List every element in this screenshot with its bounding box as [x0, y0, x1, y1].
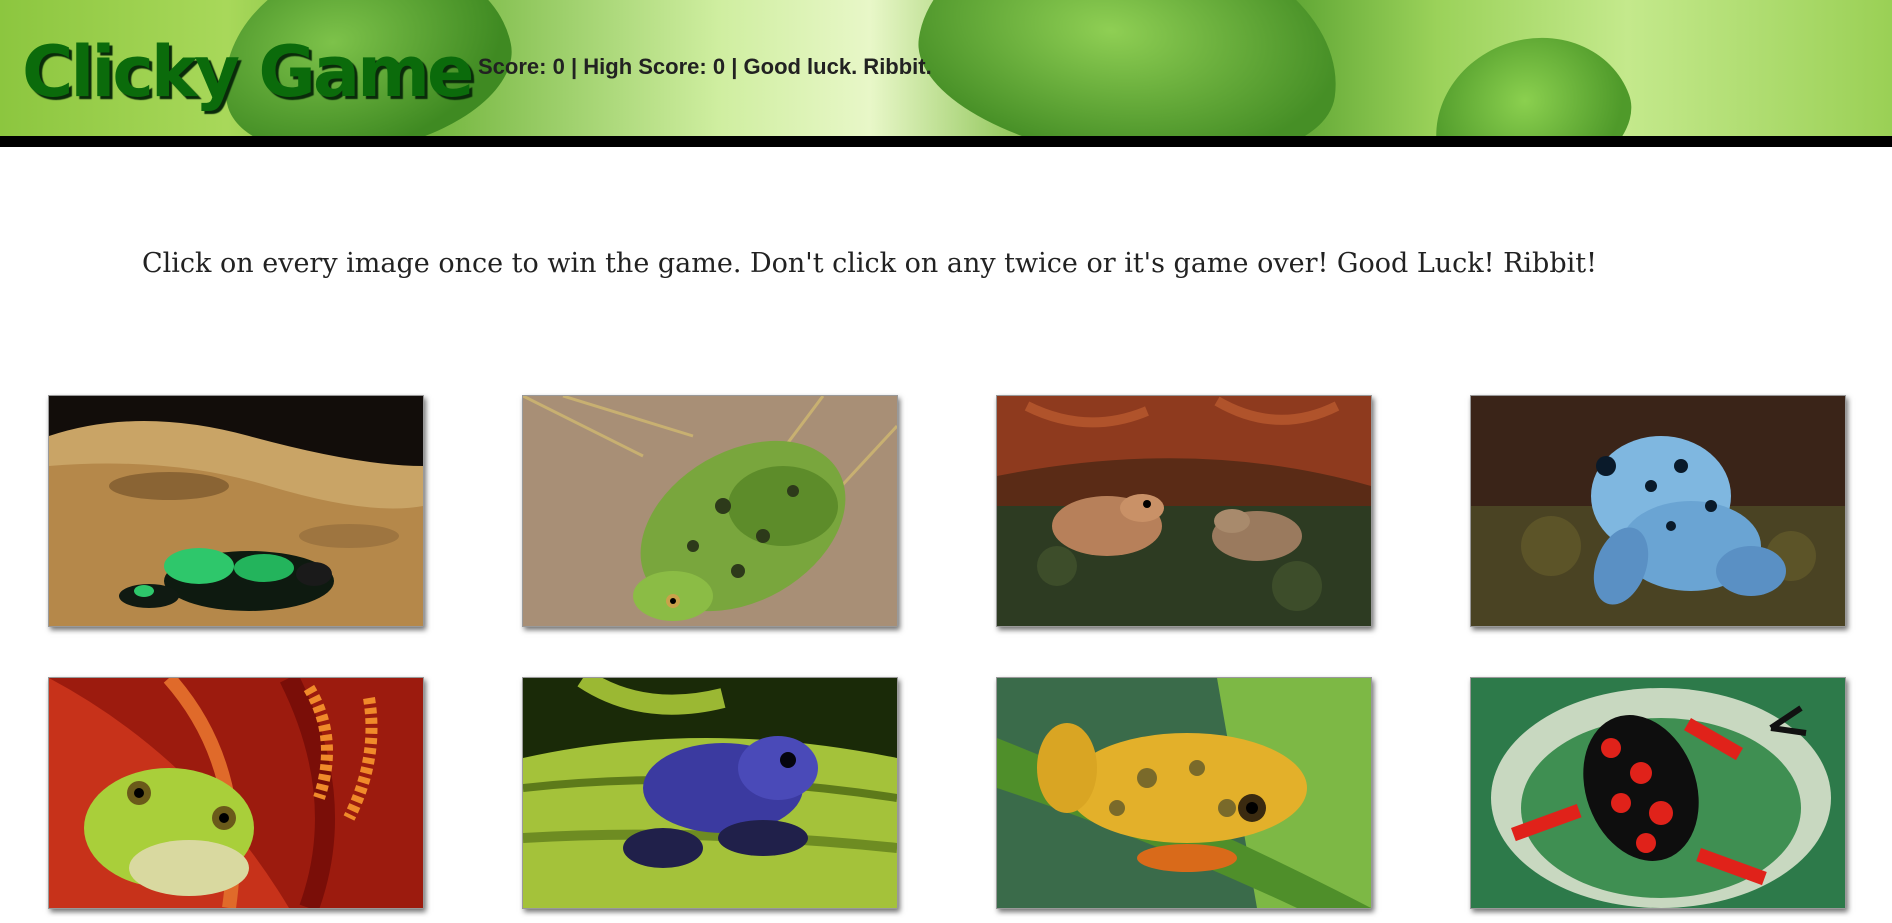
green-spotted-frog-image — [523, 396, 897, 626]
green-black-poison-dart-frog-image — [49, 396, 423, 626]
brand-title[interactable]: Clicky Game — [22, 32, 475, 112]
score-bar: Score: 0 | High Score: 0 | Good luck. Ri… — [478, 54, 932, 80]
green-tree-frog-in-red-flower-image — [49, 678, 423, 908]
card-green-tree-frog-red-flower[interactable] — [48, 677, 424, 909]
status-message: Good luck. Ribbit. — [743, 54, 932, 79]
card-green-black-dart-frog[interactable] — [48, 395, 424, 627]
high-score-label: High Score: — [583, 54, 707, 79]
header-banner: Clicky Game Score: 0 | High Score: 0 | G… — [0, 0, 1892, 147]
dark-blue-dart-frog-on-leaf-image — [523, 678, 897, 908]
separator: | — [731, 54, 738, 79]
card-blue-dart-frog[interactable] — [1470, 395, 1846, 627]
score-value: 0 — [552, 54, 565, 79]
high-score-value: 0 — [712, 54, 726, 79]
card-green-spotted-frog[interactable] — [522, 395, 898, 627]
red-black-poison-dart-frog-image — [1471, 678, 1845, 908]
brown-wood-frogs-image — [997, 396, 1371, 626]
instructions-text: Click on every image once to win the gam… — [142, 248, 1597, 279]
leaf-decoration — [906, 0, 1354, 136]
leaf-decoration — [1410, 10, 1650, 136]
score-label: Score: — [478, 54, 547, 79]
separator: | — [570, 54, 578, 79]
card-blue-dart-frog-on-leaf[interactable] — [522, 677, 898, 909]
card-yellow-reed-frog[interactable] — [996, 677, 1372, 909]
blue-poison-dart-frog-image — [1471, 396, 1845, 626]
yellow-patterned-reed-frog-image — [997, 678, 1371, 908]
card-red-black-dart-frog[interactable] — [1470, 677, 1846, 909]
card-brown-wood-frogs[interactable] — [996, 395, 1372, 627]
